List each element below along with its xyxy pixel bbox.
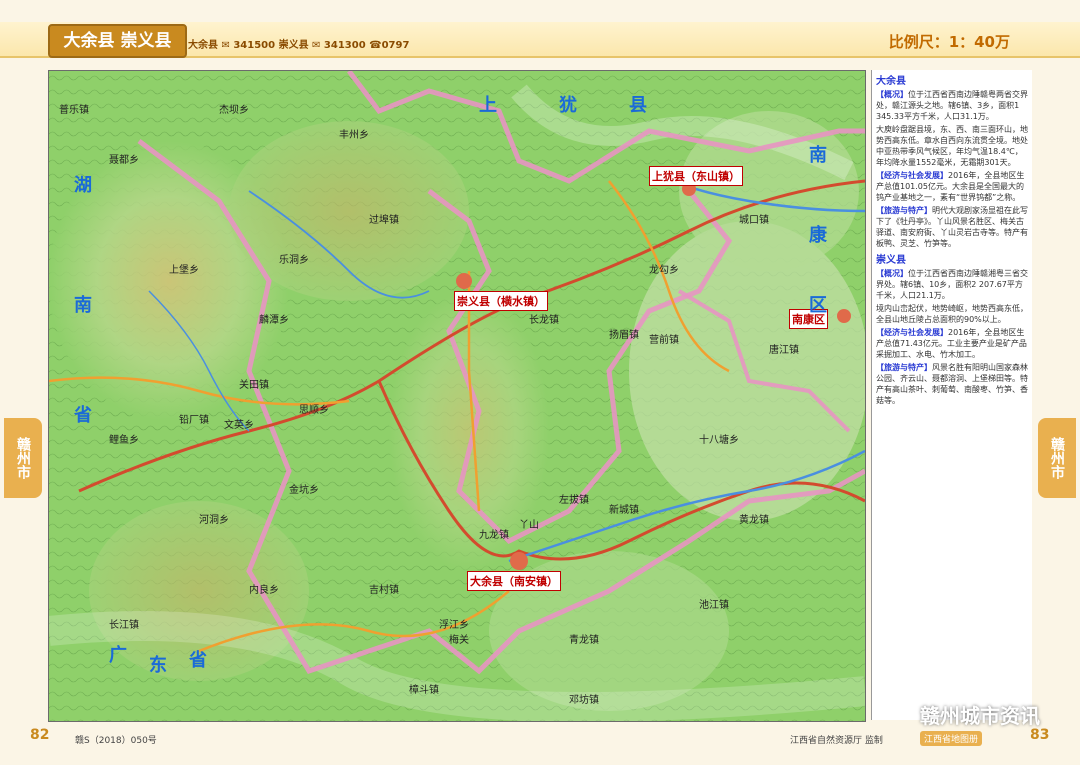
place-label: 文英乡 <box>224 420 254 431</box>
map-scale: 比例尺：1：40万 <box>888 33 1010 51</box>
county-seat-shangyou[interactable]: 上犹县（东山镇） <box>649 166 743 186</box>
dayu-tourism: 【旅游与特产】明代大观剧家汤显祖在此写下了《牡丹亭》。丫山风景名胜区、梅关古驿道… <box>876 206 1028 248</box>
province-label: 省 <box>74 405 92 426</box>
place-label: 丫山 <box>519 520 539 531</box>
info-sidebar: 大余县 【概况】位于江西省西南边陲赣粤两省交界处，赣江源头之地。辖6镇、3乡，面… <box>871 70 1032 720</box>
place-label: 金坑乡 <box>289 485 319 496</box>
province-label: 区 <box>809 295 827 316</box>
right-region-tab: 赣州市 <box>1038 418 1076 498</box>
page-title: 大余县 崇义县 <box>48 24 187 58</box>
place-label: 丰州乡 <box>339 130 369 141</box>
county-seat-dayu[interactable]: 大余县（南安镇） <box>467 571 561 591</box>
place-label: 梅关 <box>449 635 469 646</box>
place-label: 池江镇 <box>699 600 729 611</box>
chongyi-overview-2: 境内山峦起伏，地势崎岖，地势西高东低，全县山地丘陵占总面积的90%以上。 <box>876 304 1028 324</box>
publisher-note: 江西省自然资源厅 监制 <box>790 736 883 746</box>
watermark: 赣州城市资讯 <box>920 704 1040 728</box>
place-label: 鲤鱼乡 <box>109 435 139 446</box>
province-label: 上 <box>479 95 497 116</box>
province-label: 南 <box>809 145 827 166</box>
place-label: 十八塘乡 <box>699 435 739 446</box>
dayu-title: 大余县 <box>876 76 906 87</box>
chongyi-tourism: 【旅游与特产】风景名胜有阳明山国家森林公园、齐云山、聂都溶洞、上堡梯田等。特产有… <box>876 363 1028 405</box>
province-label: 省 <box>189 650 207 671</box>
dayu-economy: 【经济与社会发展】2016年，全县地区生产总值101.05亿元。大余县是全国最大… <box>876 171 1025 202</box>
topographic-map[interactable]: 崇义县（横水镇） 大余县（南安镇） 上犹县（东山镇） 南康区 湖 南 省 广 东… <box>48 70 866 722</box>
dayu-overview: 【概况】位于江西省西南边陲赣粤两省交界处，赣江源头之地。辖6镇、3乡，面积1 3… <box>876 90 1028 121</box>
place-label: 河洞乡 <box>199 515 229 526</box>
county-seat-chongyi[interactable]: 崇义县（横水镇） <box>454 291 548 311</box>
place-label: 麟潭乡 <box>259 315 289 326</box>
place-label: 长江镇 <box>109 620 139 631</box>
place-label: 龙勾乡 <box>649 265 679 276</box>
right-page-number: 83 <box>1030 727 1050 743</box>
province-label: 湖 <box>74 175 92 196</box>
province-label: 东 <box>149 655 167 676</box>
province-label: 康 <box>809 225 827 246</box>
province-label: 南 <box>74 295 92 316</box>
place-label: 长龙镇 <box>529 315 559 326</box>
footer: 82 赣S（2018）050号 江西省自然资源厅 监制 江西省地图册 83 <box>0 725 1080 765</box>
place-label: 营前镇 <box>649 335 679 346</box>
left-page-number: 82 <box>30 727 50 743</box>
place-label: 乐洞乡 <box>279 255 309 266</box>
atlas-badge: 江西省地图册 <box>920 731 983 746</box>
place-label: 樟斗镇 <box>409 685 439 696</box>
dayu-overview-2: 大庾岭盘踞县境，东、西、南三面环山，地势西高东低。章水自西向东流贯全境。地处中亚… <box>876 125 1028 167</box>
place-label: 上堡乡 <box>169 265 199 276</box>
place-label: 普乐镇 <box>59 105 89 116</box>
province-label: 犹 <box>559 95 577 116</box>
province-label: 广 <box>109 645 127 666</box>
place-label: 内良乡 <box>249 585 279 596</box>
place-label: 黄龙镇 <box>739 515 769 526</box>
province-label: 县 <box>629 95 647 116</box>
chongyi-economy: 【经济与社会发展】2016年，全县地区生产总值71.43亿元。工业主要产业是矿产… <box>876 328 1027 359</box>
place-label: 杰坝乡 <box>219 105 249 116</box>
place-label: 邓坊镇 <box>569 695 599 706</box>
place-label: 思顺乡 <box>299 405 329 416</box>
place-label: 关田镇 <box>239 380 269 391</box>
chongyi-title: 崇义县 <box>876 255 906 266</box>
place-label: 九龙镇 <box>479 530 509 541</box>
place-label: 青龙镇 <box>569 635 599 646</box>
place-label: 新城镇 <box>609 505 639 516</box>
place-label: 浮江乡 <box>439 620 469 631</box>
place-label: 吉村镇 <box>369 585 399 596</box>
place-label: 过埠镇 <box>369 215 399 226</box>
chongyi-overview: 【概况】位于江西省西南边陲赣湘粤三省交界处。辖6镇、10乡，面积2 207.67… <box>876 269 1028 300</box>
place-label: 扬眉镇 <box>609 330 639 341</box>
place-label: 唐江镇 <box>769 345 799 356</box>
left-region-tab: 赣州市 <box>4 418 42 498</box>
place-label: 铅厂镇 <box>179 415 209 426</box>
place-label: 城口镇 <box>739 215 769 226</box>
approval-number: 赣S（2018）050号 <box>75 736 157 746</box>
place-label: 左拔镇 <box>559 495 589 506</box>
postal-codes: 大余县 ✉ 341500 崇义县 ✉ 341300 ☎0797 <box>188 40 410 51</box>
place-label: 聂都乡 <box>109 155 139 166</box>
